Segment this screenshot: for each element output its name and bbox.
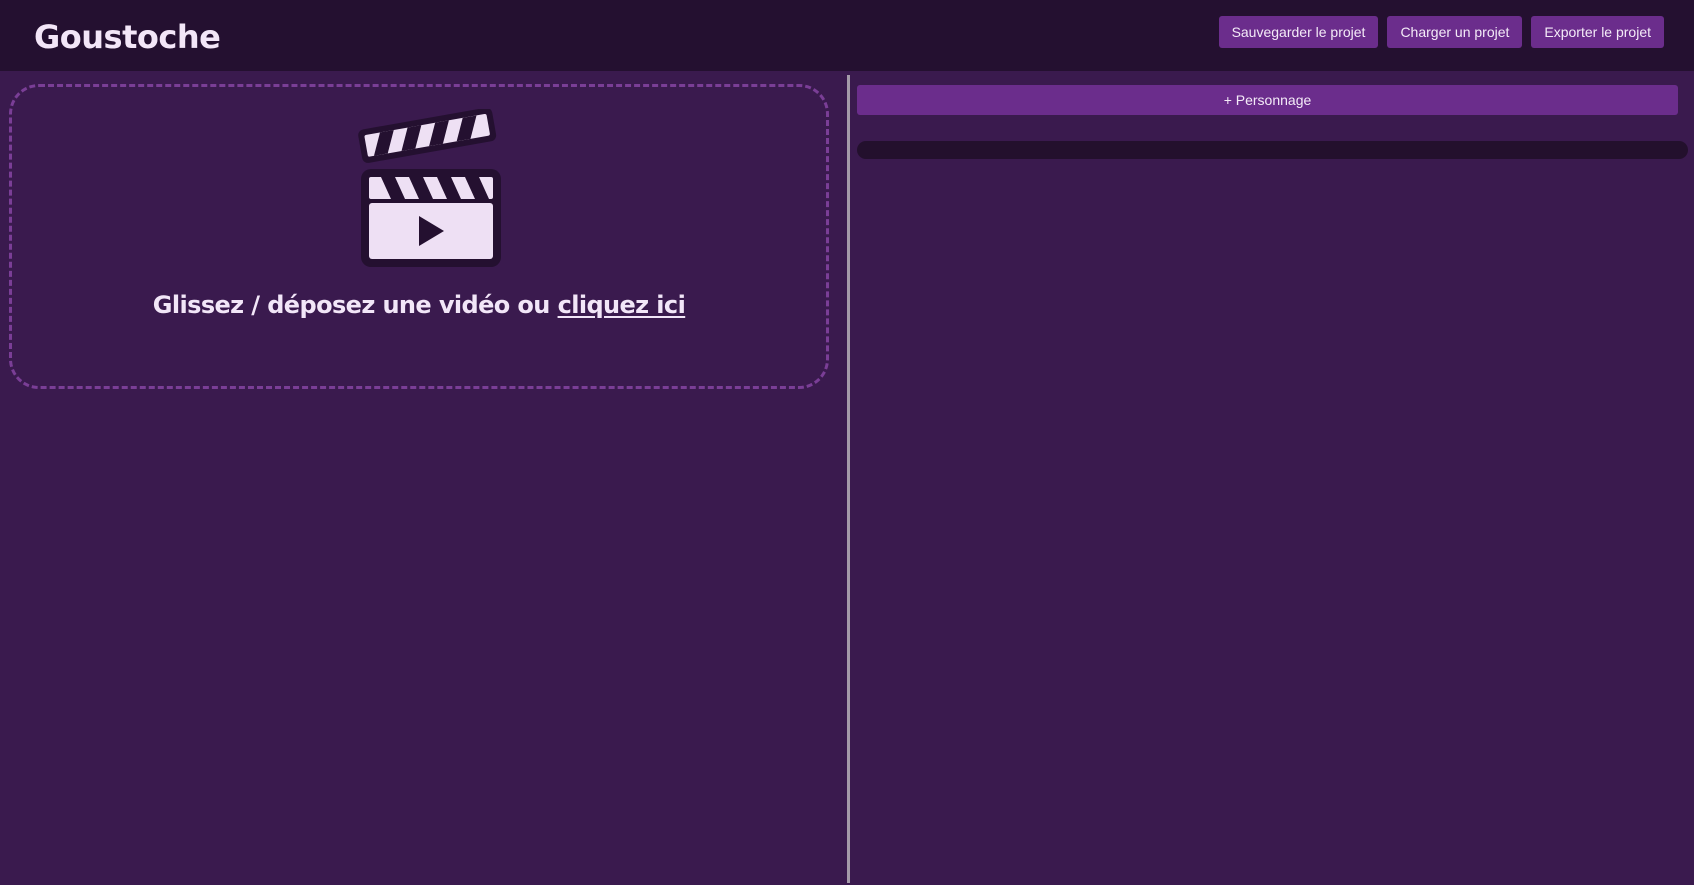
- add-character-button[interactable]: + Personnage: [857, 85, 1678, 115]
- toolbar: Sauvegarder le projet Charger un projet …: [1218, 16, 1664, 48]
- drop-instruction-text: Glissez / déposez une vidéo ou: [152, 291, 551, 319]
- export-project-button[interactable]: Exporter le projet: [1531, 16, 1664, 48]
- browse-file-link[interactable]: cliquez ici: [558, 291, 686, 319]
- video-drop-zone[interactable]: Glissez / déposez une vidéo ou cliquez i…: [9, 84, 829, 389]
- characters-pane: + Personnage: [850, 71, 1694, 885]
- clapperboard-play-icon: [358, 109, 501, 267]
- app-title: Goustoche: [34, 17, 221, 56]
- drop-instruction: Glissez / déposez une vidéo ou cliquez i…: [12, 291, 826, 319]
- save-project-button[interactable]: Sauvegarder le projet: [1218, 16, 1379, 48]
- load-project-button[interactable]: Charger un projet: [1387, 16, 1523, 48]
- timeline-track[interactable]: [857, 141, 1688, 159]
- video-pane: Glissez / déposez une vidéo ou cliquez i…: [0, 71, 846, 885]
- app-header: Goustoche Sauvegarder le projet Charger …: [0, 0, 1694, 71]
